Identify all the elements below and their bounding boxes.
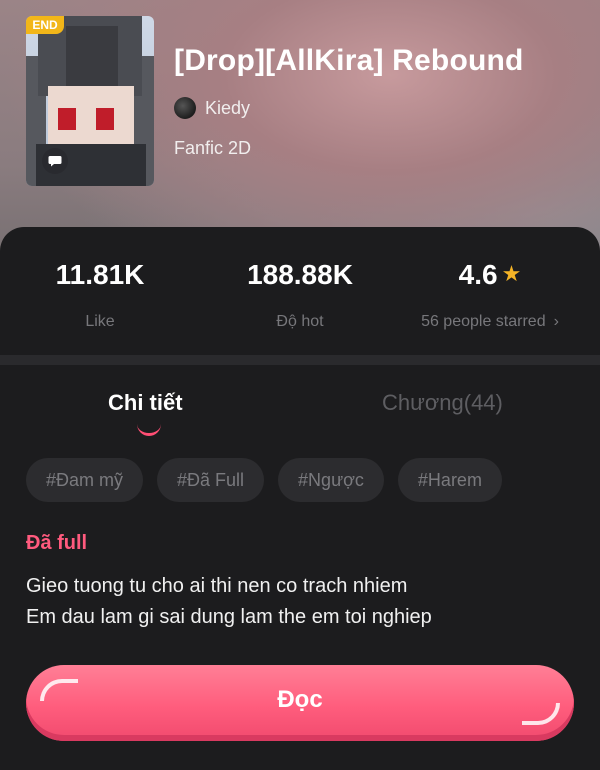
tab-details[interactable]: Chi tiết [108,390,183,416]
tag-chip[interactable]: #Đam mỹ [26,458,144,502]
chevron-right-icon[interactable]: › [554,313,559,330]
comment-icon[interactable] [42,148,68,174]
active-tab-indicator [137,423,161,436]
rating-count-label[interactable]: 56 people starred [421,313,546,330]
author-avatar[interactable] [174,97,196,119]
tag-chip[interactable]: #Harem [397,458,502,502]
read-button[interactable]: Đọc [26,665,574,741]
read-button-label: Đọc [277,686,323,713]
likes-value: 11.81K [55,259,145,290]
hot-label: Độ hot [276,313,324,330]
completion-status: Đã full [26,532,88,554]
end-badge: END [26,16,64,34]
likes-stat: 11.81K Like [0,259,200,331]
button-shine [522,703,560,725]
button-shine [40,679,78,701]
rating-stat[interactable]: 4.6 ★ 56 people starred › [390,259,590,331]
detail-panel: 11.81K Like 188.88K Độ hot 4.6 ★ 56 peopl… [0,227,600,770]
tag-list: #Đam mỹ #Đã Full #Ngược #Harem [26,458,502,502]
description-line: Gieo tuong tu cho ai thi nen co trach nh… [26,575,408,597]
book-title: [Drop][AllKira] Rebound [174,44,524,77]
rating-value: 4.6 [458,259,498,290]
genre-label: Fanfic 2D [174,138,252,158]
star-icon: ★ [501,261,522,286]
book-description: Gieo tuong tu cho ai thi nen co trach nh… [26,571,432,633]
author-row[interactable]: Kiedy [174,97,250,119]
likes-label: Like [85,313,115,330]
description-line: Em dau lam gi sai dung lam the em toi ng… [26,606,432,628]
tab-chapters[interactable]: Chương(44) [382,390,503,416]
hot-stat: 188.88K Độ hot [200,259,400,331]
author-name[interactable]: Kiedy [205,98,250,119]
hot-value: 188.88K [247,259,353,290]
tag-chip[interactable]: #Ngược [278,458,384,502]
tag-chip[interactable]: #Đã Full [157,458,265,502]
section-divider [0,355,600,365]
